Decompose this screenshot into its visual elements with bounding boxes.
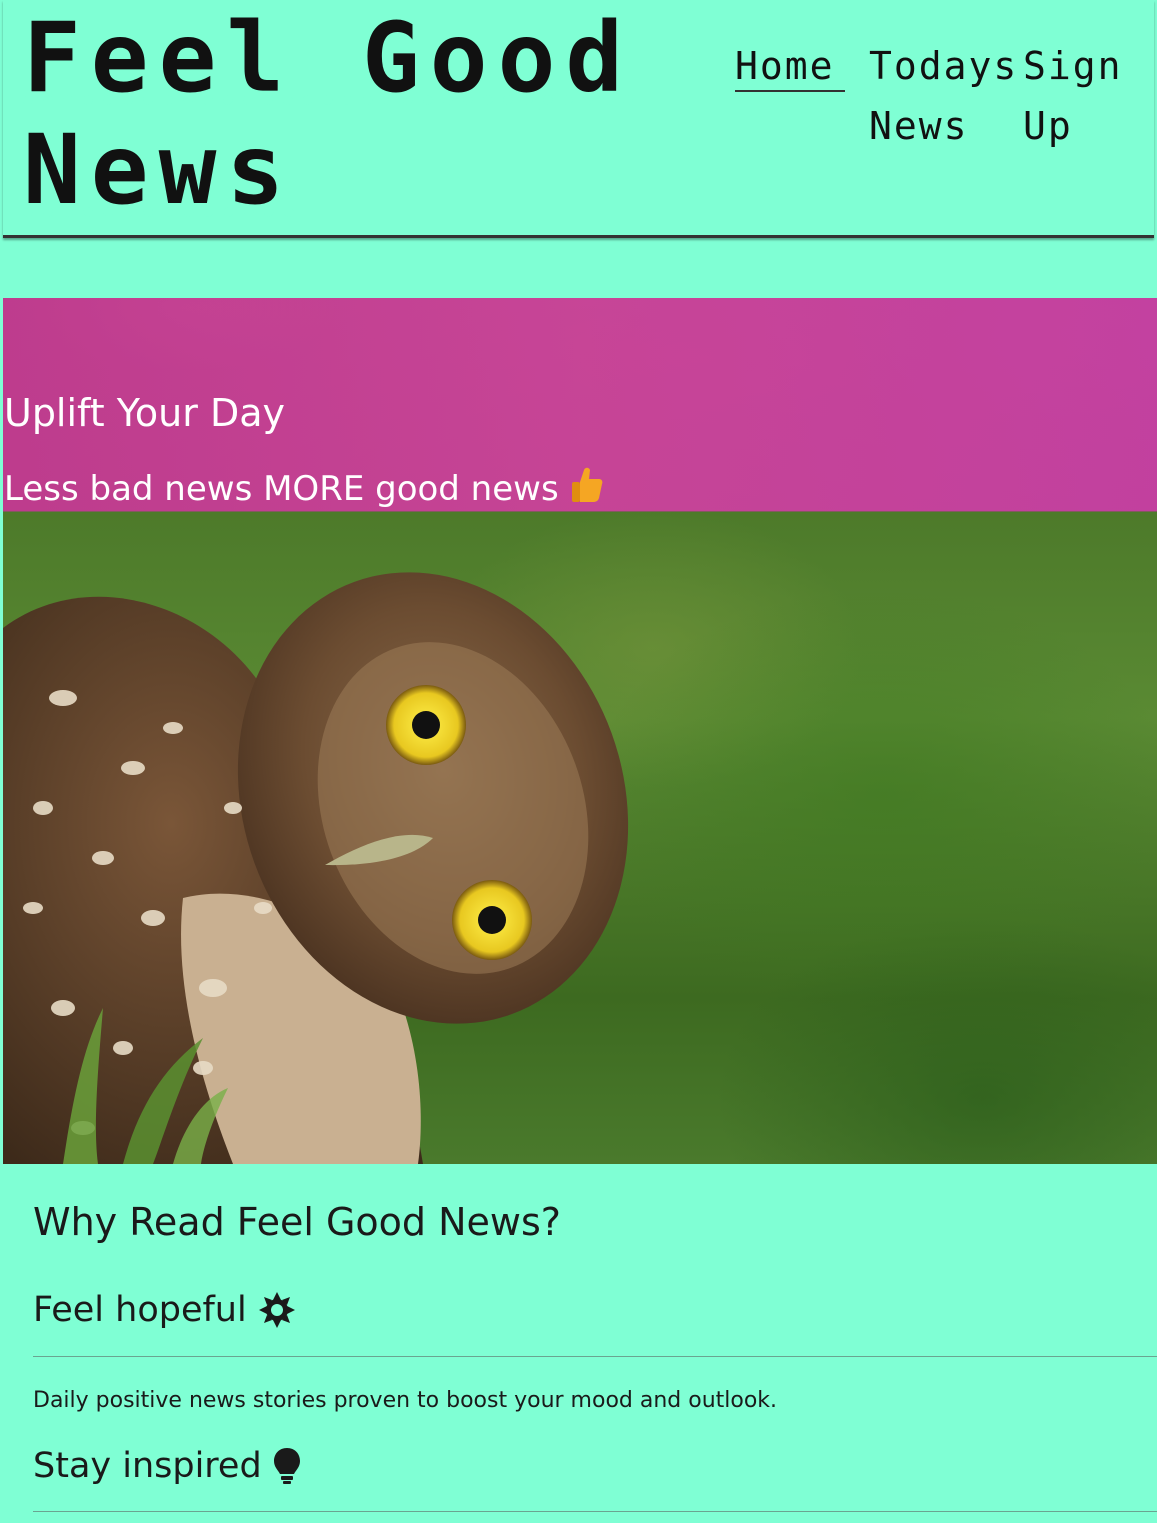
nav-home-link[interactable]: Home	[735, 36, 845, 92]
hero-subtitle: Less bad news MORE good news	[4, 466, 604, 515]
why-title: Why Read Feel Good News?	[33, 1200, 561, 1244]
nav-todays-news-link[interactable]: Todays News	[869, 36, 1019, 156]
site-logo[interactable]: Feel Good News	[23, 2, 663, 226]
lightbulb-icon	[272, 1446, 302, 1486]
feature-title-inspired: Stay inspired	[33, 1442, 302, 1490]
section-divider	[33, 1356, 1157, 1357]
section-divider	[33, 1511, 1157, 1512]
main-nav: Home Todays News Sign Up	[735, 36, 1123, 156]
thumbs-up-icon	[570, 466, 604, 515]
feature-title-text: Feel hopeful	[33, 1290, 247, 1330]
owl-photo	[3, 572, 629, 1164]
hero-subtitle-text: Less bad news MORE good news	[4, 469, 559, 509]
feature-text-hopeful: Daily positive news stories proven to bo…	[33, 1388, 778, 1413]
hero-section: Uplift Your Day Less bad news MORE good …	[3, 298, 1157, 1164]
site-header: Feel Good News Home Todays News Sign Up	[3, 0, 1154, 238]
hero-title: Uplift Your Day	[4, 391, 285, 435]
feature-title-text: Stay inspired	[33, 1446, 262, 1486]
sun-icon	[257, 1290, 297, 1330]
nav-sign-up-link[interactable]: Sign Up	[1023, 36, 1123, 156]
feature-title-hopeful: Feel hopeful	[33, 1286, 297, 1334]
